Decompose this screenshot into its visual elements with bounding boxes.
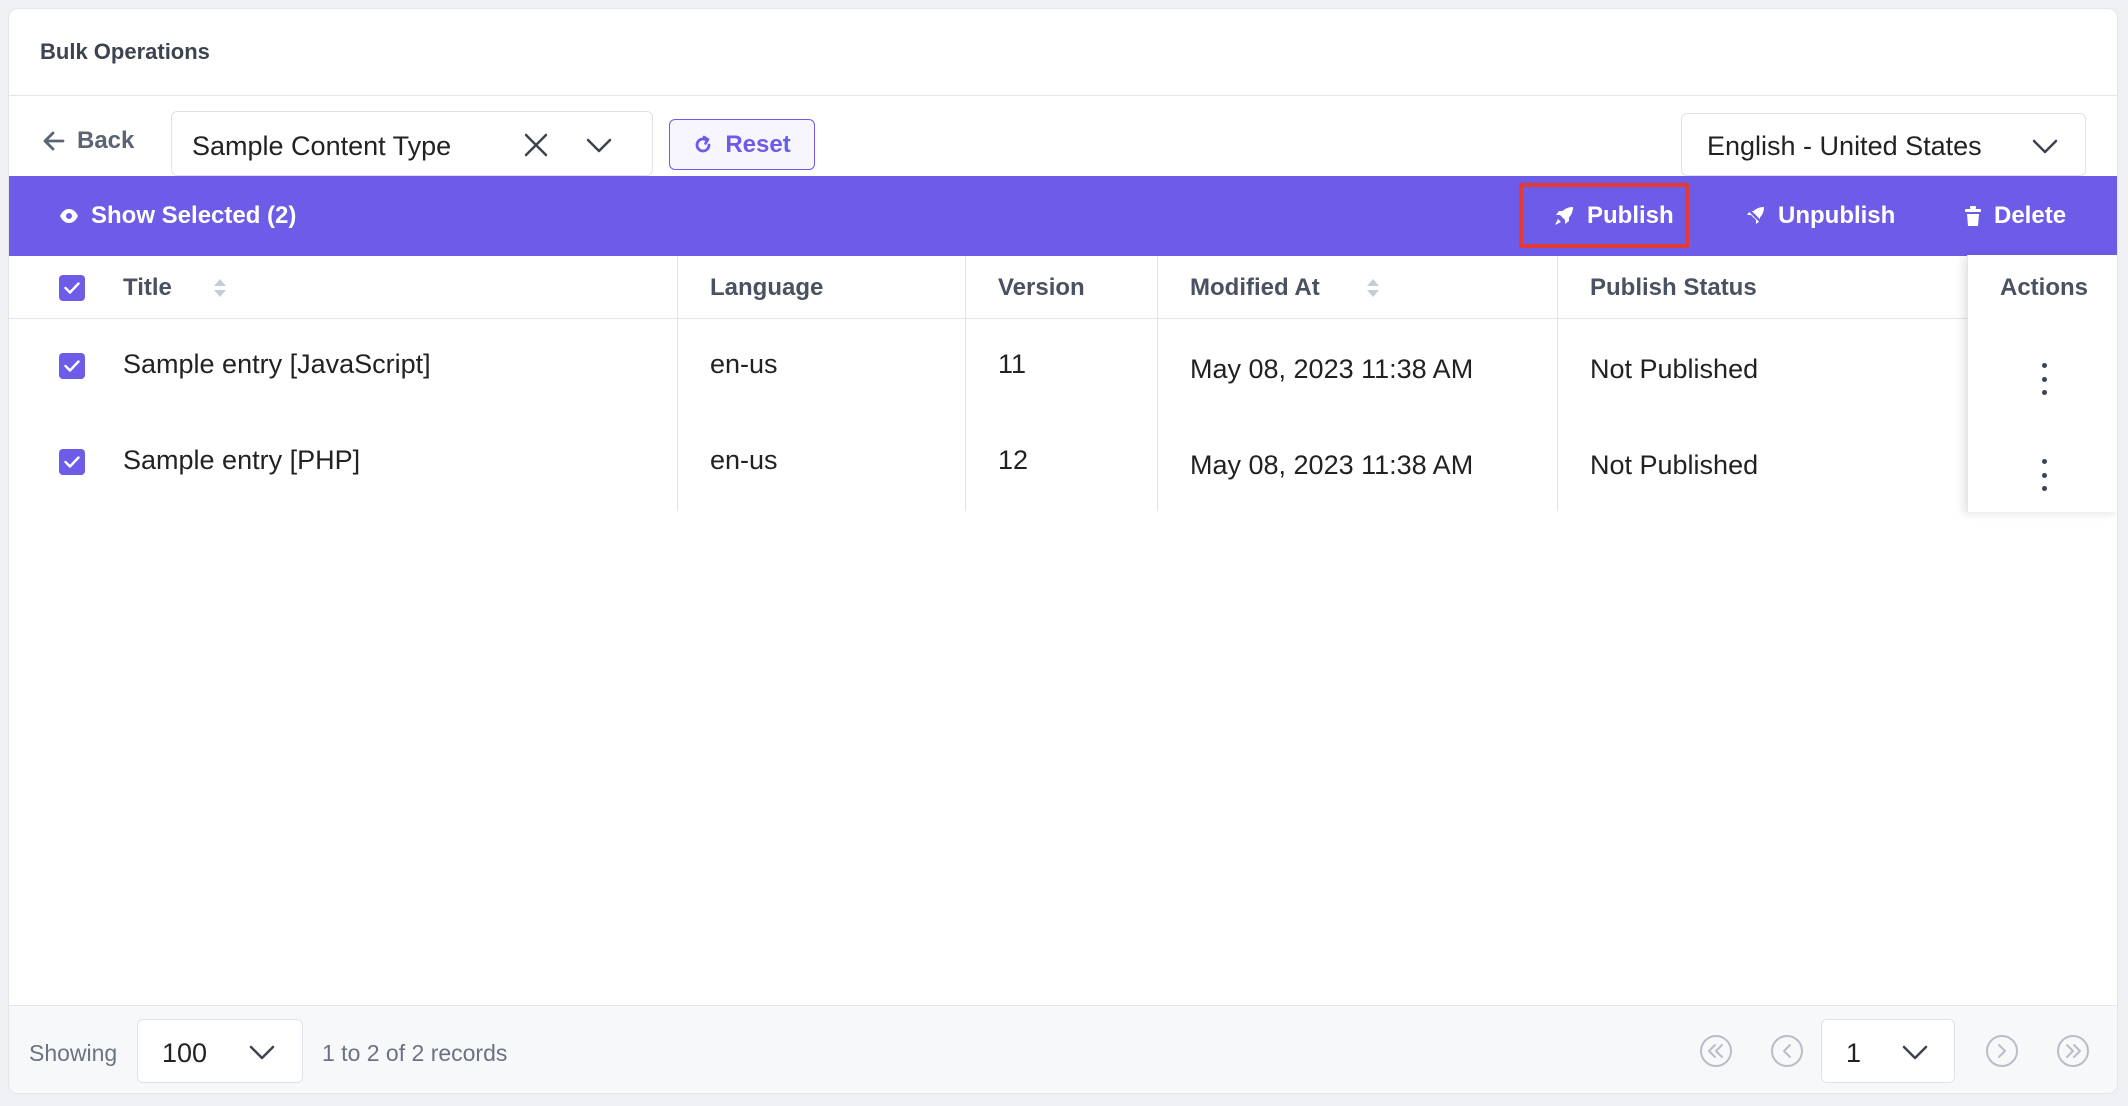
delete-label: Delete [1994, 202, 2067, 229]
cell-modified-at: May 08, 2023 11:38 AM [1190, 450, 1474, 480]
pagination-footer: Showing 100 1 to 2 of 2 records 1 [9, 1005, 2117, 1093]
unpublish-label: Unpublish [1778, 202, 1896, 229]
chevron-down-icon[interactable] [584, 130, 614, 160]
clear-icon[interactable] [521, 130, 551, 160]
trash-icon [1965, 206, 1981, 226]
check-icon [64, 456, 80, 468]
reset-button[interactable]: Reset [669, 119, 815, 170]
refresh-icon [695, 135, 711, 152]
page-size-value: 100 [162, 1038, 208, 1068]
records-count: 1 to 2 of 2 records [322, 1040, 508, 1066]
cell-publish-status: Not Published [1590, 450, 1759, 480]
column-language: Language [710, 256, 823, 319]
content-type-value: Sample Content Type [192, 131, 452, 161]
column-actions: Actions [1968, 256, 2117, 319]
column-title-label: Title [123, 273, 172, 301]
cell-title[interactable]: Sample entry [PHP] [123, 445, 360, 541]
locale-select[interactable]: English - United States [1681, 113, 2086, 176]
eye-icon [60, 209, 78, 223]
row-checkbox[interactable] [59, 449, 85, 475]
select-all-checkbox[interactable] [59, 275, 85, 301]
last-page-icon[interactable] [2056, 1034, 2090, 1068]
unpublish-button[interactable]: Unpublish [1744, 176, 1895, 256]
show-selected-button[interactable]: Show Selected (2) [59, 176, 296, 256]
cell-language: en-us [710, 445, 778, 475]
showing-label: Showing [29, 1040, 118, 1066]
page-size-select[interactable]: 100 [137, 1019, 303, 1083]
row-actions-menu-icon[interactable] [2034, 455, 2054, 495]
bulk-action-bar: Show Selected (2) Publish Unpublish Dele… [9, 176, 2117, 256]
toolbar: Back Sample Content Type Reset English -… [9, 96, 2117, 184]
panel-header: Bulk Operations [9, 9, 2117, 96]
table-row[interactable]: Sample entry [PHP] en-us 12 May 08, 2023… [9, 415, 2117, 511]
unpublish-rocket-icon [1745, 206, 1765, 226]
page-title: Bulk Operations [40, 39, 210, 64]
actions-column: Actions [1967, 255, 2117, 512]
arrow-left-icon [43, 131, 65, 151]
row-actions-menu-icon[interactable] [2034, 359, 2054, 399]
table-row[interactable]: Sample entry [JavaScript] en-us 11 May 0… [9, 319, 2117, 415]
column-publish-status: Publish Status [1590, 256, 1757, 319]
publish-highlight-box [1519, 183, 1689, 248]
chevron-down-icon [2032, 139, 2058, 154]
sort-icon[interactable] [1366, 278, 1380, 298]
page-number-value: 1 [1846, 1038, 1862, 1068]
chevron-down-icon [249, 1045, 275, 1060]
row-checkbox[interactable] [59, 353, 85, 379]
column-modified-at-label: Modified At [1190, 273, 1320, 301]
delete-button[interactable]: Delete [1964, 176, 2066, 256]
back-label: Back [77, 127, 135, 154]
reset-label: Reset [725, 130, 791, 158]
show-selected-label: Show Selected (2) [91, 202, 297, 229]
check-icon [64, 360, 80, 372]
column-publish-status-label: Publish Status [1590, 273, 1757, 301]
sort-icon[interactable] [213, 278, 227, 298]
back-button[interactable]: Back [43, 126, 134, 156]
previous-page-icon[interactable] [1770, 1034, 1804, 1068]
column-title[interactable]: Title [123, 256, 172, 319]
column-language-label: Language [710, 273, 824, 301]
chevron-down-icon [1902, 1045, 1928, 1060]
column-modified-at[interactable]: Modified At [1190, 256, 1320, 319]
first-page-icon[interactable] [1699, 1034, 1733, 1068]
column-version-label: Version [998, 273, 1085, 301]
column-version: Version [998, 256, 1085, 319]
content-type-select[interactable]: Sample Content Type [171, 111, 653, 176]
column-actions-label: Actions [1999, 273, 2088, 301]
page-number-select[interactable]: 1 [1821, 1019, 1955, 1083]
entries-table: Title Language Version Modified At Publi… [9, 255, 2117, 512]
cell-version: 12 [998, 445, 1029, 475]
locale-value: English - United States [1707, 131, 1982, 161]
table-header: Title Language Version Modified At Publi… [9, 256, 2117, 319]
bulk-operations-panel: Bulk Operations Back Sample Content Type… [8, 8, 2118, 1094]
check-icon [64, 282, 80, 294]
next-page-icon[interactable] [1985, 1034, 2019, 1068]
